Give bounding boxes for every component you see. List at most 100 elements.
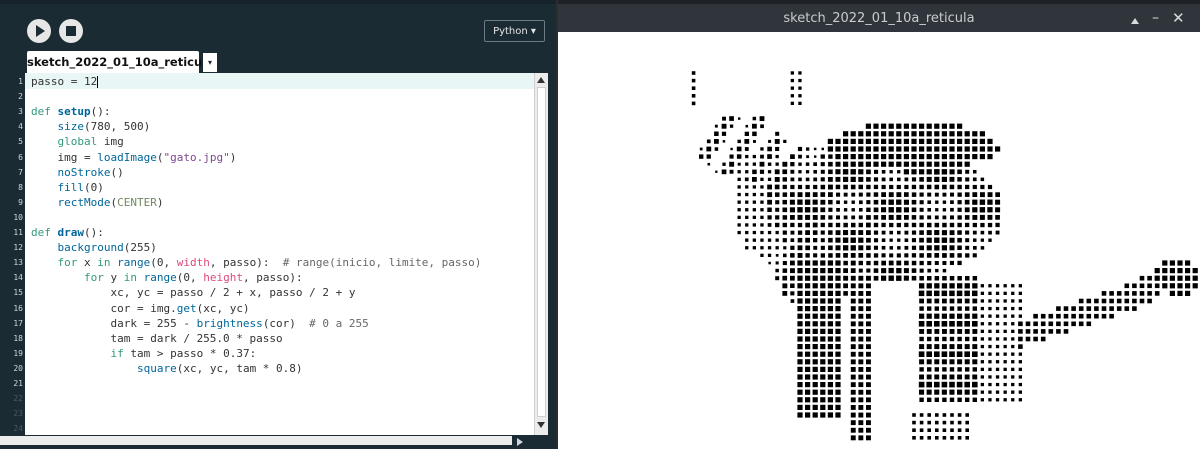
code-line: for y in range(0, height, passo): — [31, 271, 303, 284]
horizontal-scrollbar-thumb[interactable] — [0, 436, 512, 445]
stop-icon — [66, 26, 76, 36]
halftone-square — [797, 237, 803, 243]
halftone-square — [797, 184, 803, 190]
halftone-square — [964, 389, 970, 395]
halftone-square — [866, 329, 871, 334]
halftone-square — [759, 169, 765, 174]
halftone-square — [957, 374, 962, 380]
halftone-square — [859, 208, 863, 212]
halftone-square — [827, 290, 833, 296]
halftone-square — [896, 184, 901, 190]
halftone-square — [835, 366, 841, 372]
arrow-up-icon[interactable] — [1131, 18, 1139, 24]
code-line: square(xc, yc, tam * 0.8) — [31, 362, 303, 375]
halftone-square — [949, 123, 955, 129]
halftone-square — [782, 177, 787, 182]
halftone-square — [934, 344, 940, 350]
halftone-square — [767, 215, 772, 220]
stop-button[interactable] — [59, 19, 83, 43]
halftone-square — [934, 321, 940, 327]
code-token: in — [123, 271, 137, 285]
halftone-square — [973, 170, 977, 174]
halftone-square — [865, 146, 871, 152]
code-line: noStroke() — [31, 166, 124, 179]
halftone-square — [1011, 291, 1015, 295]
halftone-square — [760, 154, 764, 159]
halftone-square — [850, 291, 856, 296]
halftone-square — [918, 381, 925, 388]
halftone-square — [988, 238, 992, 242]
halftone-square — [744, 139, 750, 144]
halftone-square — [850, 367, 856, 372]
halftone-square — [1162, 268, 1168, 274]
halftone-square — [767, 146, 772, 152]
scroll-right-icon[interactable] — [517, 438, 523, 446]
halftone-square — [927, 367, 932, 372]
halftone-square — [904, 253, 909, 258]
halftone-square — [843, 192, 848, 197]
halftone-square — [934, 222, 940, 228]
tab-sketch[interactable]: sketch_2022_01_10a_reticula — [27, 51, 214, 73]
code-token: # 0 a 255 — [309, 316, 369, 330]
halftone-square — [866, 397, 871, 403]
halftone-square — [1162, 283, 1168, 289]
halftone-square — [850, 260, 856, 266]
halftone-square — [828, 199, 833, 205]
halftone-square — [949, 138, 955, 144]
halftone-square — [1147, 298, 1152, 304]
code-line: img = loadImage("gato.jpg") — [31, 151, 236, 164]
halftone-square — [835, 169, 841, 175]
halftone-square — [820, 290, 826, 296]
horizontal-scrollbar[interactable] — [0, 435, 534, 449]
minimize-button[interactable]: – — [1152, 3, 1159, 33]
run-button[interactable] — [27, 19, 51, 43]
halftone-square — [812, 230, 818, 235]
line-number: 19 — [13, 348, 23, 358]
halftone-square — [843, 260, 848, 266]
halftone-square — [828, 154, 833, 159]
halftone-square — [866, 306, 871, 312]
halftone-square — [805, 260, 811, 266]
halftone-square — [858, 215, 863, 220]
halftone-square — [1086, 298, 1092, 304]
halftone-square — [691, 101, 696, 106]
vertical-scrollbar[interactable] — [534, 73, 548, 435]
halftone-square — [1003, 390, 1007, 394]
halftone-square — [1003, 337, 1007, 341]
halftone-square — [942, 298, 947, 304]
code-token: def — [31, 226, 58, 239]
halftone-square — [964, 215, 970, 220]
halftone-square — [979, 214, 985, 220]
halftone-square — [911, 131, 917, 137]
halftone-square — [911, 268, 917, 273]
code-token: tam = dark / 255.0 * passo — [31, 331, 283, 345]
halftone-square — [1003, 367, 1007, 371]
halftone-square — [827, 412, 833, 418]
halftone-square — [926, 176, 932, 182]
halftone-square — [949, 237, 955, 243]
sketch-titlebar[interactable]: sketch_2022_01_10a_reticula – ✕ — [558, 4, 1200, 32]
scroll-up-icon[interactable] — [537, 77, 545, 83]
halftone-square — [1011, 367, 1015, 371]
halftone-square — [972, 138, 978, 144]
halftone-square — [737, 215, 741, 219]
halftone-square — [980, 222, 985, 228]
tab-menu-button[interactable]: ▾ — [203, 53, 217, 72]
halftone-square — [790, 299, 795, 303]
halftone-square — [858, 351, 864, 357]
scroll-down-icon[interactable] — [537, 422, 545, 428]
halftone-square — [858, 146, 864, 152]
mode-selector[interactable]: Python ▾ — [484, 20, 545, 42]
code-editor[interactable]: 1 2 3 4 5 6 7 8 9 10 11 12 13 14 15 16 17 18 19 20 21 22 23 24 … — [0, 73, 534, 435]
scrollbar-thumb[interactable] — [537, 87, 546, 417]
halftone-square — [797, 192, 803, 198]
halftone-square — [812, 192, 818, 197]
halftone-square — [1011, 390, 1015, 394]
halftone-square — [775, 230, 779, 235]
halftone-square — [927, 276, 932, 281]
code-line: global img — [31, 135, 124, 148]
halftone-square — [942, 184, 947, 190]
halftone-square — [912, 420, 916, 425]
close-button[interactable]: ✕ — [1172, 3, 1185, 33]
halftone-square — [805, 298, 811, 304]
